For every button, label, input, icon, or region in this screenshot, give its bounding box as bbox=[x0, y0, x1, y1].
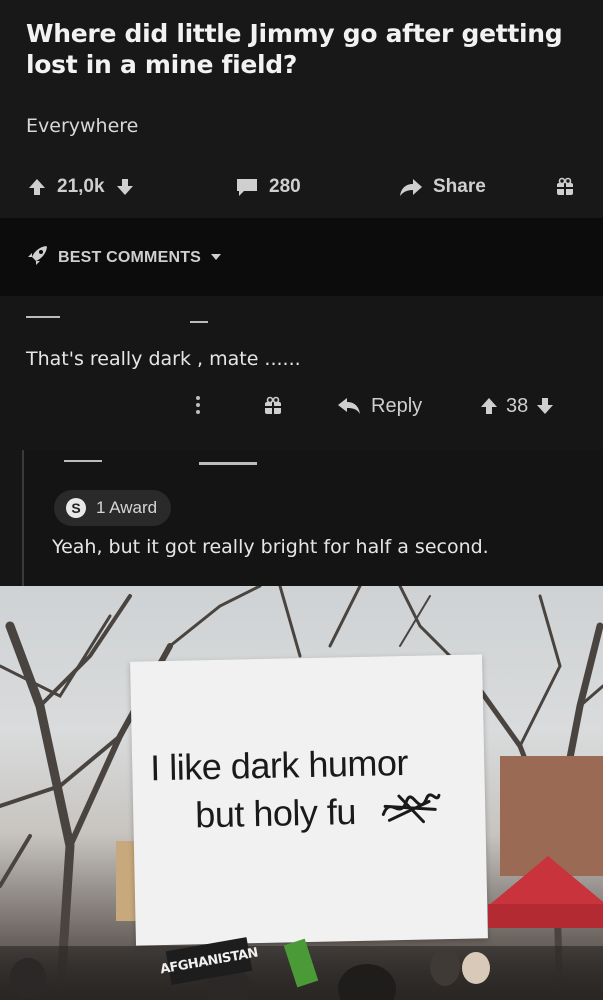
gift-icon bbox=[554, 176, 576, 198]
gift-button[interactable] bbox=[554, 170, 576, 204]
downvote-icon[interactable] bbox=[114, 176, 136, 198]
meme-photo: I like dark humor but holy fu AFGHANISTA… bbox=[0, 586, 603, 1000]
comment-action-bar: Reply 38 bbox=[0, 392, 603, 420]
post-body: Everywhere bbox=[26, 115, 139, 137]
redacted-timestamp bbox=[199, 462, 257, 465]
comment-text: Yeah, but it got really bright for half … bbox=[52, 536, 489, 558]
sort-label: BEST COMMENTS bbox=[58, 248, 202, 266]
comment-text: That's really dark , mate ...... bbox=[26, 348, 301, 370]
comment-count: 280 bbox=[269, 176, 301, 197]
person-head bbox=[430, 948, 460, 986]
comment: That's really dark , mate ...... Reply 3… bbox=[0, 296, 603, 446]
post-title[interactable]: Where did little Jimmy go after getting … bbox=[26, 18, 586, 80]
protest-sign: I like dark humor but holy fu bbox=[130, 654, 488, 946]
red-tent-roof bbox=[488, 856, 603, 906]
comment-icon bbox=[234, 176, 260, 198]
redacted-username bbox=[64, 460, 102, 462]
more-options-icon[interactable] bbox=[195, 394, 201, 421]
rocket-icon bbox=[26, 244, 50, 271]
reply-label: Reply bbox=[371, 394, 423, 417]
award-label: 1 Award bbox=[96, 498, 158, 517]
upvote-count: 21,0k bbox=[57, 176, 105, 197]
chevron-down-icon bbox=[209, 249, 223, 267]
award-badge[interactable]: S 1 Award bbox=[54, 490, 172, 526]
downvote-icon[interactable] bbox=[534, 395, 556, 417]
comments-button[interactable]: 280 bbox=[234, 170, 301, 204]
reply-button[interactable]: Reply bbox=[336, 389, 422, 423]
share-button[interactable]: Share bbox=[398, 170, 486, 204]
redacted-username bbox=[26, 316, 60, 318]
sort-selector[interactable]: BEST COMMENTS bbox=[26, 244, 223, 271]
share-label: Share bbox=[433, 176, 486, 197]
sign-text-line2: but holy fu bbox=[194, 791, 357, 836]
comment-vote-group: 38 bbox=[478, 389, 556, 423]
reply-icon bbox=[336, 396, 362, 416]
vote-group: 21,0k bbox=[26, 170, 136, 204]
scribble-mark bbox=[381, 793, 441, 824]
post-action-bar: 21,0k 280 Share bbox=[0, 170, 603, 204]
comments-section-header: BEST COMMENTS bbox=[0, 218, 603, 296]
reply-comment: S 1 Award Yeah, but it got really bright… bbox=[22, 450, 603, 586]
comment-score: 38 bbox=[506, 394, 529, 417]
red-tent bbox=[488, 904, 603, 928]
upvote-icon[interactable] bbox=[478, 395, 500, 417]
gift-icon[interactable] bbox=[262, 395, 284, 422]
share-icon bbox=[398, 176, 424, 198]
person-face bbox=[462, 952, 490, 984]
person-head bbox=[10, 958, 46, 998]
post-card: Where did little Jimmy go after getting … bbox=[0, 0, 603, 218]
redacted-timestamp bbox=[190, 321, 208, 323]
sign-text-line1: I like dark humor bbox=[149, 741, 409, 789]
upvote-icon[interactable] bbox=[26, 176, 48, 198]
award-coin-icon: S bbox=[66, 498, 86, 518]
